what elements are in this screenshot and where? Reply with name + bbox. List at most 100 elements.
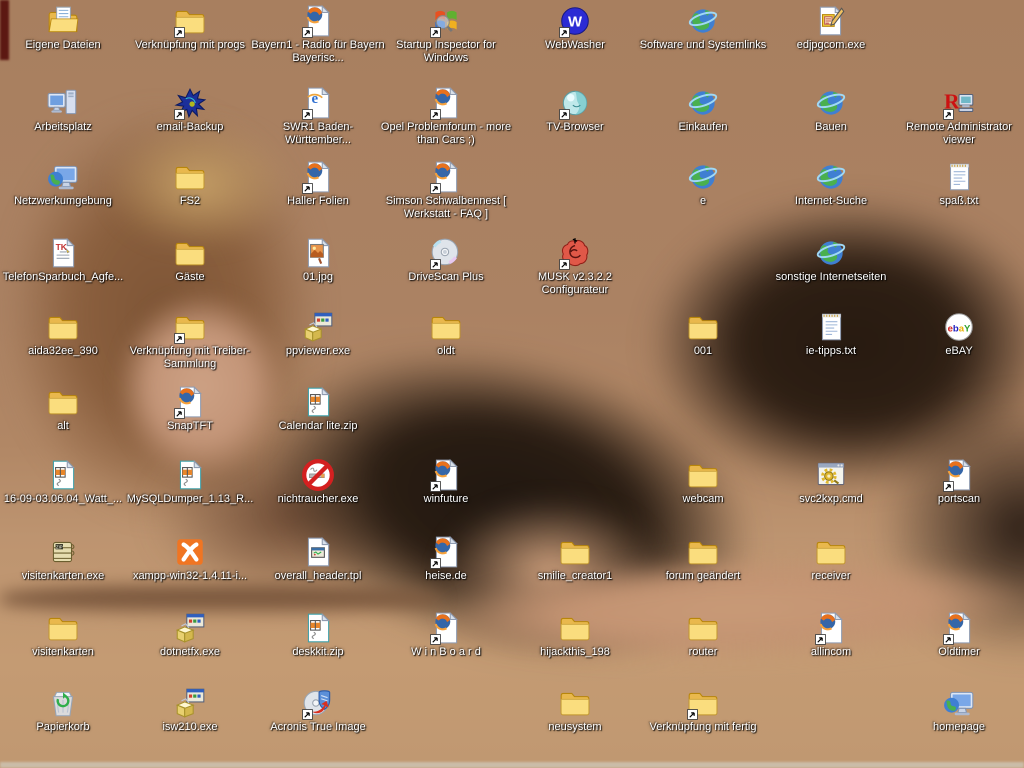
desktop-icon-visitenkarten[interactable]: visitenkarten xyxy=(0,611,133,659)
desktop-icon-musk-v2-3-2-2-configurateur[interactable]: MUSK v2.3.2.2 Configurateur xyxy=(505,236,645,297)
icon-label: oldt xyxy=(435,345,457,358)
icon-label: aida32ee_390 xyxy=(26,345,100,358)
desktop-icon-haller-folien[interactable]: Haller Folien xyxy=(248,160,388,208)
desktop-icon-ie-tipps-txt[interactable]: ie-tipps.txt xyxy=(761,310,901,358)
network-places-icon xyxy=(46,160,80,194)
globe-icon xyxy=(814,236,848,270)
desktop-icon-arbeitsplatz[interactable]: Arbeitsplatz xyxy=(0,86,133,134)
notepad-icon xyxy=(942,160,976,194)
desktop-icon-oldtimer[interactable]: Oldtimer xyxy=(889,611,1024,659)
desktop-icon-winfuture[interactable]: winfuture xyxy=(376,458,516,506)
desktop-icon-einkaufen[interactable]: Einkaufen xyxy=(633,86,773,134)
desktop-icon-ppviewer-exe[interactable]: ppviewer.exe xyxy=(248,310,388,358)
icon-label: Bayern1 - Radio für Bayern Bayerisc... xyxy=(248,39,388,65)
desktop-icon-w-i-n-b-o-a-r-d[interactable]: W i n B o a r d xyxy=(376,611,516,659)
desktop-icon-drivescan-plus[interactable]: DriveScan Plus xyxy=(376,236,516,284)
desktop-icon-bauen[interactable]: Bauen xyxy=(761,86,901,134)
firefox-doc-icon xyxy=(429,458,463,492)
svg-text:W: W xyxy=(568,14,583,30)
firefox-doc-icon xyxy=(301,160,335,194)
desktop-icon-allincom[interactable]: allincom xyxy=(761,611,901,659)
desktop-icon-receiver[interactable]: receiver xyxy=(761,535,901,583)
desktop-icon-telefonsparbuch-agfe[interactable]: TKTelefonSparbuch_Agfe... xyxy=(0,236,133,284)
globe-icon xyxy=(686,160,720,194)
desktop-icon-software-und-systemlinks[interactable]: Software und Systemlinks xyxy=(633,4,773,52)
firefox-doc-icon xyxy=(173,385,207,419)
icon-label: Netzwerkumgebung xyxy=(12,195,114,208)
desktop-icon-xampp-win32-1-4-11-i[interactable]: xampp-win32-1.4.11-i... xyxy=(120,535,260,583)
desktop-icon-isw210-exe[interactable]: isw210.exe xyxy=(120,686,260,734)
desktop-icon-acronis-true-image[interactable]: Acronis True Image xyxy=(248,686,388,734)
desktop-icon-svc2kxp-cmd[interactable]: svc2kxp.cmd xyxy=(761,458,901,506)
notepad-icon xyxy=(814,310,848,344)
desktop-icon-alt[interactable]: alt xyxy=(0,385,133,433)
desktop-icon-nichtraucher-exe[interactable]: nichtraucher.exe xyxy=(248,458,388,506)
folder-icon xyxy=(173,160,207,194)
desktop-icon-smilie-creator1[interactable]: smilie_creator1 xyxy=(505,535,645,583)
desktop-icon-internet-suche[interactable]: Internet-Suche xyxy=(761,160,901,208)
icon-label: SWR1 Baden-Württember... xyxy=(248,121,388,147)
my-documents-icon xyxy=(46,4,80,38)
icon-label: router xyxy=(687,646,720,659)
my-computer-icon xyxy=(46,86,80,120)
desktop-icon-spa-txt[interactable]: spaß.txt xyxy=(889,160,1024,208)
desktop-icon-edjpgcom-exe[interactable]: edjpgcom.exe xyxy=(761,4,901,52)
desktop-icon-sonstige-internetseiten[interactable]: sonstige Internetseiten xyxy=(761,236,901,284)
installer-icon xyxy=(301,310,335,344)
desktop-icon-webcam[interactable]: webcam xyxy=(633,458,773,506)
desktop-icon-16-09-03-06-04-watt[interactable]: 16-09-03.06.04_Watt_... xyxy=(0,458,133,506)
icon-label: Papierkorb xyxy=(34,721,91,734)
desktop-icon-bayern1-radio-f-r-bayern-bayerisc[interactable]: Bayern1 - Radio für Bayern Bayerisc... xyxy=(248,4,388,65)
desktop-icon-overall-header-tpl[interactable]: overall_header.tpl xyxy=(248,535,388,583)
desktop-icon-swr1-baden-w-rttember[interactable]: e SWR1 Baden-Württember... xyxy=(248,86,388,147)
desktop-icon-opel-problemforum-more-than-cars[interactable]: Opel Problemforum - more than Cars ;) xyxy=(376,86,516,147)
desktop-icon-netzwerkumgebung[interactable]: Netzwerkumgebung xyxy=(0,160,133,208)
desktop-icon-verkn-pfung-mit-progs[interactable]: Verknüpfung mit progs xyxy=(120,4,260,52)
desktop-icon-001[interactable]: 001 xyxy=(633,310,773,358)
desktop-icon-tv-browser[interactable]: TV-Browser xyxy=(505,86,645,134)
icon-label: allincom xyxy=(809,646,853,659)
desktop-icon-01-jpg[interactable]: 01.jpg xyxy=(248,236,388,284)
desktop-icon-simson-schwalbennest-werkstatt-faq[interactable]: Simson Schwalbennest [ Werkstatt - FAQ ] xyxy=(376,160,516,221)
desktop-icon-papierkorb[interactable]: Papierkorb xyxy=(0,686,133,734)
icon-label: edjpgcom.exe xyxy=(795,39,868,52)
icon-label: overall_header.tpl xyxy=(273,570,364,583)
desktop-icon-aida32ee-390[interactable]: aida32ee_390 xyxy=(0,310,133,358)
icon-label: Arbeitsplatz xyxy=(32,121,93,134)
acronis-icon xyxy=(301,686,335,720)
desktop-icon-hijackthis-198[interactable]: hijackthis_198 xyxy=(505,611,645,659)
desktop-icon-startup-inspector-for-windows[interactable]: Startup Inspector for Windows xyxy=(376,4,516,65)
desktop-icon-dotnetfx-exe[interactable]: dotnetfx.exe xyxy=(120,611,260,659)
desktop[interactable]: Eigene Dateien Verknüpfung mit progsBayer… xyxy=(0,0,1024,768)
desktop-icon-fs2[interactable]: FS2 xyxy=(120,160,260,208)
desktop-icon-e[interactable]: e xyxy=(633,160,773,208)
desktop-icon-calendar-lite-zip[interactable]: Calendar lite.zip xyxy=(248,385,388,433)
desktop-icon-mysqldumper-1-13-r[interactable]: MySQLDumper_1.13_R... xyxy=(120,458,260,506)
icon-label: e xyxy=(698,195,708,208)
svg-text:e: e xyxy=(312,91,319,107)
desktop-icon-webwasher[interactable]: WWebWasher xyxy=(505,4,645,52)
icon-label: ppviewer.exe xyxy=(284,345,352,358)
desktop-icon-email-backup[interactable]: email-Backup xyxy=(120,86,260,134)
desktop-icon-verkn-pfung-mit-fertig[interactable]: Verknüpfung mit fertig xyxy=(633,686,773,734)
icon-label: Remote Administrator viewer xyxy=(889,121,1024,147)
desktop-icon-portscan[interactable]: portscan xyxy=(889,458,1024,506)
desktop-icon-neusystem[interactable]: neusystem xyxy=(505,686,645,734)
desktop-icon-ebay[interactable]: ebaYeBAY xyxy=(889,310,1024,358)
desktop-icon-g-ste[interactable]: Gäste xyxy=(120,236,260,284)
zip-doc-icon xyxy=(301,385,335,419)
desktop-icon-oldt[interactable]: oldt xyxy=(376,310,516,358)
folder-icon xyxy=(686,310,720,344)
desktop-icon-eigene-dateien[interactable]: Eigene Dateien xyxy=(0,4,133,52)
desktop-icon-router[interactable]: router xyxy=(633,611,773,659)
desktop-icon-heise-de[interactable]: heise.de xyxy=(376,535,516,583)
desktop-icon-verkn-pfung-mit-treiber-sammlung[interactable]: Verknüpfung mit Treiber-Sammlung xyxy=(120,310,260,371)
folder-icon xyxy=(173,310,207,344)
desktop-icon-homepage[interactable]: homepage xyxy=(889,686,1024,734)
desktop-icon-forum-ge-ndert[interactable]: forum geändert xyxy=(633,535,773,583)
desktop-icon-visitenkarten-exe[interactable]: ZIPvisitenkarten.exe xyxy=(0,535,133,583)
desktop-icon-remote-administrator-viewer[interactable]: RRemote Administrator viewer xyxy=(889,86,1024,147)
icon-label: Eigene Dateien xyxy=(23,39,102,52)
desktop-icon-snaptft[interactable]: SnapTFT xyxy=(120,385,260,433)
desktop-icon-deskkit-zip[interactable]: deskkit.zip xyxy=(248,611,388,659)
